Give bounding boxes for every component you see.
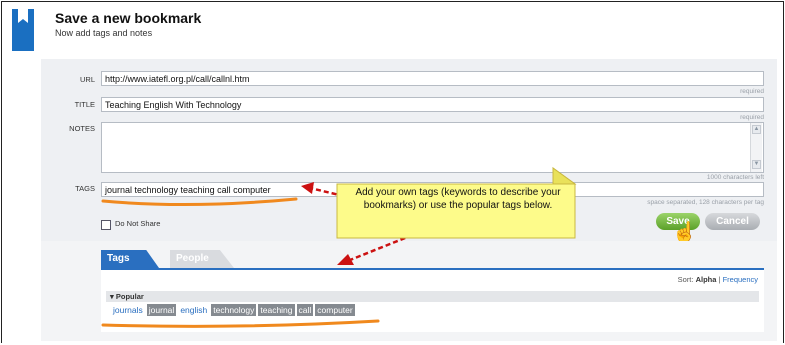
arrow-head-icon xyxy=(301,182,314,194)
help-callout: Add your own tags (keywords to describe … xyxy=(335,166,577,240)
popular-tags-underline xyxy=(101,319,380,328)
callout-text: Add your own tags (keywords to describe … xyxy=(355,187,561,211)
tags-input-underline xyxy=(101,197,298,207)
